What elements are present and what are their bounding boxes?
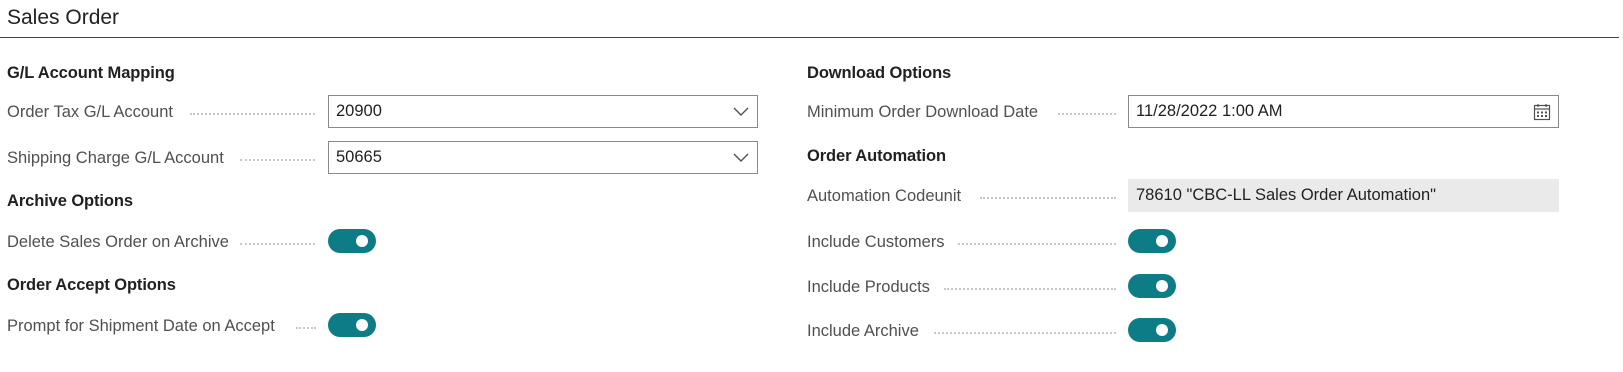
order-tax-gl-account-label: Order Tax G/L Account (7, 103, 173, 121)
group-title-download-options: Download Options (807, 64, 952, 82)
group-title-archive-options: Archive Options (7, 192, 133, 210)
include-products-label: Include Products (807, 278, 930, 296)
delete-sales-order-on-archive-toggle[interactable] (328, 229, 376, 253)
include-customers-toggle[interactable] (1128, 229, 1176, 253)
include-archive-toggle[interactable] (1128, 318, 1176, 342)
leader-dots (240, 159, 315, 161)
chevron-down-icon[interactable] (725, 96, 757, 127)
prompt-shipment-date-on-accept-toggle[interactable] (328, 313, 376, 337)
toggle-knob (356, 319, 368, 331)
shipping-charge-gl-account-value: 50665 (336, 148, 382, 166)
leader-dots (1058, 113, 1116, 115)
automation-codeunit-label: Automation Codeunit (807, 187, 962, 205)
toggle-knob (1156, 235, 1168, 247)
group-title-order-accept-options: Order Accept Options (7, 276, 176, 294)
include-archive-label: Include Archive (807, 322, 919, 340)
minimum-order-download-date-value: 11/28/2022 1:00 AM (1136, 102, 1283, 120)
leader-dots (934, 332, 1116, 334)
group-title-order-automation: Order Automation (807, 147, 946, 165)
delete-sales-order-on-archive-label: Delete Sales Order on Archive (7, 233, 229, 251)
page-header: Sales Order (0, 0, 1619, 38)
leader-dots (296, 327, 316, 329)
leader-dots (944, 288, 1116, 290)
order-tax-gl-account-select[interactable]: 20900 (328, 95, 758, 128)
leader-dots (190, 113, 315, 115)
automation-codeunit-value: 78610 "CBC-LL Sales Order Automation" (1128, 179, 1559, 212)
group-title-gl-account-mapping: G/L Account Mapping (7, 64, 175, 82)
calendar-icon[interactable] (1526, 96, 1558, 127)
shipping-charge-gl-account-label: Shipping Charge G/L Account (7, 149, 224, 167)
toggle-knob (1156, 280, 1168, 292)
include-customers-label: Include Customers (807, 233, 945, 251)
minimum-order-download-date-input[interactable]: 11/28/2022 1:00 AM (1128, 95, 1559, 128)
page-title: Sales Order (7, 6, 120, 29)
prompt-shipment-date-on-accept-label: Prompt for Shipment Date on Accept (7, 317, 275, 335)
leader-dots (958, 243, 1116, 245)
chevron-down-icon[interactable] (725, 142, 757, 173)
include-products-toggle[interactable] (1128, 274, 1176, 298)
order-tax-gl-account-value: 20900 (336, 102, 382, 120)
leader-dots (980, 197, 1116, 199)
minimum-order-download-date-label: Minimum Order Download Date (807, 103, 1039, 121)
leader-dots (240, 243, 315, 245)
shipping-charge-gl-account-select[interactable]: 50665 (328, 141, 758, 174)
toggle-knob (356, 235, 368, 247)
toggle-knob (1156, 324, 1168, 336)
